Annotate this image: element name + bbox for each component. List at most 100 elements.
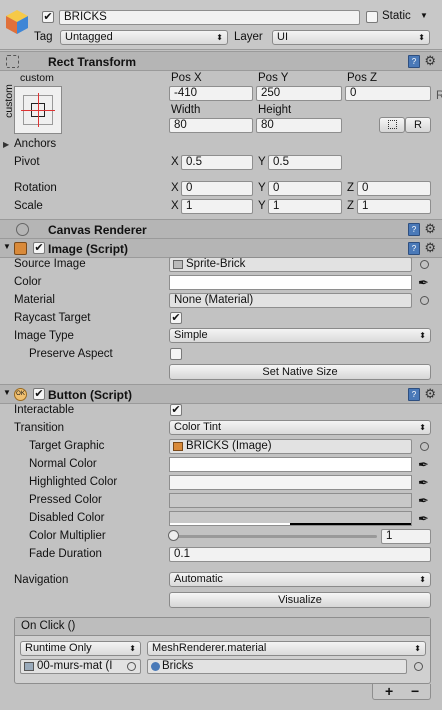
object-picker-dot-icon[interactable] [420, 260, 429, 269]
help-book-icon[interactable]: ? [408, 55, 420, 68]
on-click-panel: On Click () Runtime Only ⬍ MeshRenderer.m… [14, 617, 431, 684]
rect-transform-header[interactable]: Rect Transform ? ⚙ [0, 51, 442, 71]
runtime-dropdown[interactable]: Runtime Only ⬍ [20, 641, 141, 656]
navigation-dropdown[interactable]: Automatic ⬍ [169, 572, 431, 587]
object-picker-dot-icon[interactable] [420, 296, 429, 305]
rotation-z-field[interactable]: 0 [357, 181, 431, 196]
pivot-y-axis: Y [258, 156, 266, 168]
anchors-label[interactable]: Anchors [14, 138, 56, 150]
raycast-target-label: Raycast Target [14, 312, 91, 324]
scale-y-field[interactable]: 1 [268, 199, 342, 214]
help-book-icon[interactable]: ? [408, 388, 420, 401]
active-checkbox[interactable]: ✔ [42, 11, 54, 23]
static-checkbox[interactable] [366, 11, 378, 23]
eyedropper-icon[interactable]: ✒ [418, 457, 429, 472]
check-icon: ✔ [171, 404, 181, 416]
width-label: Width [171, 104, 201, 116]
target-object-field[interactable]: 00-murs-mat (I [20, 659, 141, 674]
object-picker-dot-icon[interactable] [414, 662, 423, 671]
interactable-checkbox[interactable]: ✔ [170, 404, 182, 416]
visualize-button[interactable]: Visualize [169, 592, 431, 608]
color-multiplier-slider-thumb[interactable] [168, 530, 179, 541]
anchor-presets-button[interactable] [14, 86, 62, 134]
gear-icon[interactable]: ⚙ [424, 386, 436, 402]
pivot-y-field[interactable]: 0.5 [268, 155, 342, 170]
scale-z-field[interactable]: 1 [357, 199, 431, 214]
image-type-dropdown[interactable]: Simple ⬍ [169, 328, 431, 343]
highlighted-color-swatch[interactable] [169, 475, 412, 490]
raw-edit-button[interactable]: R [405, 117, 431, 133]
preserve-aspect-label: Preserve Aspect [29, 348, 113, 360]
set-native-size-button[interactable]: Set Native Size [169, 364, 431, 380]
rotation-label: Rotation [14, 182, 57, 194]
argument-field[interactable]: Bricks [147, 659, 407, 674]
material-sphere-icon [151, 662, 160, 671]
rotation-x-field[interactable]: 0 [181, 181, 253, 196]
scale-x-field[interactable]: 1 [181, 199, 253, 214]
canvas-renderer-icon [16, 223, 29, 236]
gear-icon[interactable]: ⚙ [424, 221, 436, 237]
gameobject-header: ✔ BRICKS Static ▼ Tag Untagged ⬍ Layer UI… [0, 0, 442, 50]
color-multiplier-slider-track[interactable] [173, 535, 377, 538]
preserve-aspect-checkbox[interactable] [170, 348, 182, 360]
image-enabled-checkbox[interactable]: ✔ [33, 242, 45, 254]
width-field[interactable]: 80 [169, 118, 253, 133]
material-field[interactable]: None (Material) [169, 293, 412, 308]
updown-arrow-icon: ⬍ [216, 33, 223, 42]
scale-label: Scale [14, 200, 43, 212]
eyedropper-icon[interactable]: ✒ [418, 493, 429, 508]
raycast-target-checkbox[interactable]: ✔ [170, 312, 182, 324]
help-book-icon[interactable]: ? [408, 242, 420, 255]
rotation-z-axis: Z [347, 182, 355, 194]
blueprint-mode-button[interactable] [379, 117, 405, 133]
gameobject-cube-icon [4, 8, 30, 36]
gear-icon[interactable]: ⚙ [424, 53, 436, 69]
target-graphic-field[interactable]: BRICKS (Image) [169, 439, 412, 454]
remove-listener-button[interactable]: − [411, 683, 419, 699]
button-component-icon: OK [14, 388, 27, 401]
static-dropdown-arrow[interactable]: ▼ [420, 11, 428, 20]
posz-field[interactable]: 0 [345, 86, 431, 101]
object-picker-dot-icon[interactable] [127, 662, 136, 671]
updown-arrow-icon: ⬍ [419, 423, 426, 432]
help-book-icon[interactable]: ? [408, 223, 420, 236]
eyedropper-icon[interactable]: ✒ [418, 511, 429, 526]
pivot-x-field[interactable]: 0.5 [181, 155, 253, 170]
posx-field[interactable]: -410 [169, 86, 253, 101]
posy-field[interactable]: 250 [256, 86, 342, 101]
height-field[interactable]: 80 [256, 118, 342, 133]
foldout-arrow-icon[interactable]: ▼ [3, 388, 11, 397]
canvas-renderer-header[interactable]: Canvas Renderer ? ⚙ [0, 219, 442, 239]
eyedropper-icon[interactable]: ✒ [418, 275, 429, 290]
foldout-arrow-icon[interactable]: ▼ [3, 242, 11, 251]
fade-duration-field[interactable]: 0.1 [169, 547, 431, 562]
image-type-label: Image Type [14, 330, 74, 342]
object-picker-dot-icon[interactable] [420, 442, 429, 451]
rect-transform-icon [6, 55, 19, 68]
rotation-y-field[interactable]: 0 [268, 181, 342, 196]
gear-icon[interactable]: ⚙ [424, 240, 436, 256]
disabled-color-swatch[interactable] [169, 511, 412, 526]
add-listener-button[interactable]: + [385, 683, 393, 699]
function-dropdown[interactable]: MeshRenderer.material ⬍ [147, 641, 426, 656]
eyedropper-icon[interactable]: ✒ [418, 475, 429, 490]
image-script-header[interactable]: ▼ ✔ Image (Script) ? ⚙ [0, 238, 442, 258]
color-multiplier-field[interactable]: 1 [381, 529, 431, 544]
layer-dropdown[interactable]: UI ⬍ [272, 30, 430, 45]
button-script-header[interactable]: ▼ OK ✔ Button (Script) ? ⚙ [0, 384, 442, 404]
pressed-color-label: Pressed Color [29, 494, 102, 506]
source-image-field[interactable]: Sprite-Brick [169, 257, 412, 272]
button-script-title: Button (Script) [48, 388, 132, 402]
transition-dropdown[interactable]: Color Tint ⬍ [169, 420, 431, 435]
on-click-header: On Click () [15, 618, 430, 636]
button-enabled-checkbox[interactable]: ✔ [33, 388, 45, 400]
name-field[interactable]: BRICKS [59, 10, 360, 25]
normal-color-swatch[interactable] [169, 457, 412, 472]
anchors-foldout-icon[interactable]: ▶ [3, 140, 9, 149]
color-swatch[interactable] [169, 275, 412, 290]
check-icon: ✔ [34, 242, 44, 254]
tag-dropdown[interactable]: Untagged ⬍ [60, 30, 228, 45]
sprite-icon [173, 260, 183, 269]
posz-label: Pos Z [347, 72, 378, 84]
pressed-color-swatch[interactable] [169, 493, 412, 508]
